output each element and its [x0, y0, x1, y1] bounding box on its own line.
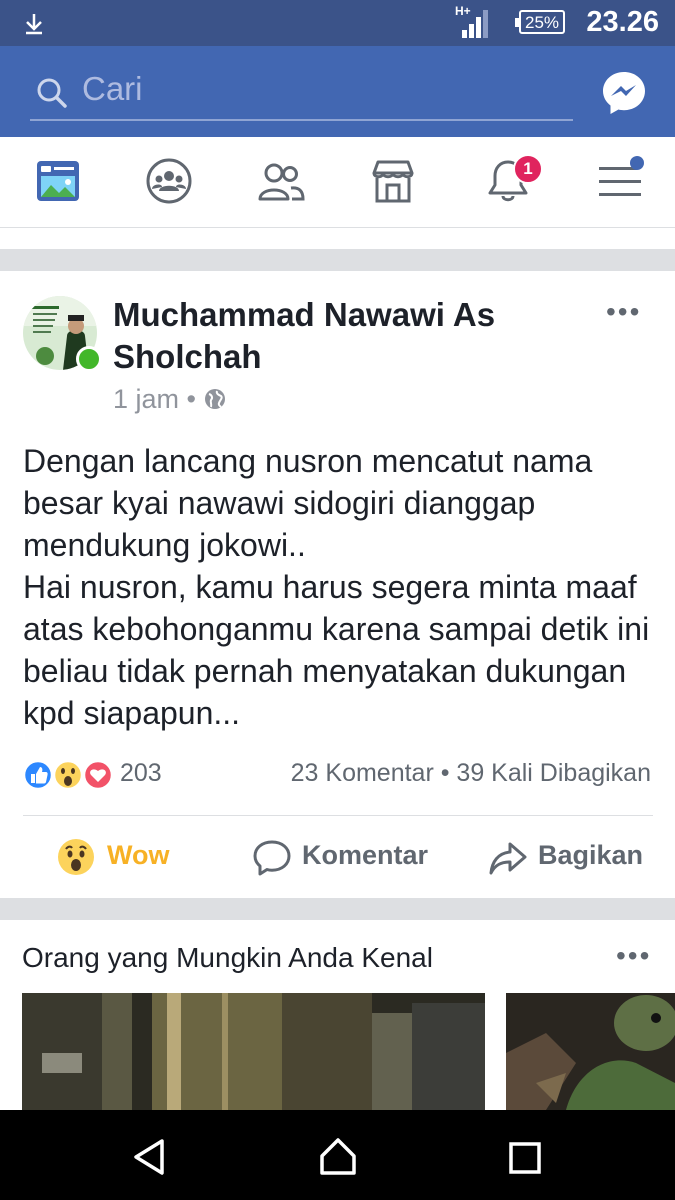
- tab-bar: [0, 137, 675, 228]
- online-status-dot: [76, 346, 102, 372]
- battery-icon: 25%: [515, 10, 565, 34]
- post-options-button[interactable]: •••: [606, 296, 641, 328]
- back-icon[interactable]: [131, 1137, 167, 1177]
- comment-button[interactable]: Komentar: [302, 840, 428, 871]
- home-icon[interactable]: [318, 1136, 358, 1176]
- globe-icon: [204, 389, 225, 409]
- notification-badge: 1: [513, 154, 543, 184]
- status-bar: H+ 25% 23.26: [0, 0, 675, 46]
- search-input[interactable]: Cari: [82, 70, 143, 108]
- messenger-icon[interactable]: [600, 69, 648, 117]
- battery-level: 25%: [524, 13, 560, 32]
- post-body: Dengan lancang nusron mencatut nama besa…: [23, 443, 650, 731]
- download-icon: [26, 14, 42, 35]
- post-meta: 1 jam •: [113, 384, 226, 415]
- search-icon[interactable]: [36, 77, 68, 109]
- reaction-count[interactable]: 203: [120, 759, 162, 788]
- comment-icon[interactable]: [252, 839, 292, 877]
- tab-marketplace[interactable]: [369, 157, 417, 205]
- engagement-summary[interactable]: 23 Komentar • 39 Kali Dibagikan: [291, 759, 651, 788]
- feed-divider: [0, 898, 675, 920]
- recent-apps-icon[interactable]: [509, 1142, 541, 1174]
- wow-reaction-icon[interactable]: [57, 838, 95, 876]
- status-time: 23.26: [586, 6, 659, 38]
- tab-groups[interactable]: [145, 157, 193, 205]
- reaction-icons[interactable]: [22, 759, 116, 791]
- post-time[interactable]: 1 jam: [113, 384, 179, 414]
- feed-divider: [0, 249, 675, 271]
- wow-button[interactable]: Wow: [107, 840, 170, 871]
- action-divider: [23, 815, 653, 816]
- meta-separator: •: [186, 384, 196, 414]
- share-button[interactable]: Bagikan: [538, 840, 643, 871]
- signal-icon: [462, 10, 488, 38]
- tab-friends[interactable]: [257, 157, 305, 205]
- suggestions-title: Orang yang Mungkin Anda Kenal: [22, 942, 433, 973]
- tab-news-feed[interactable]: [34, 157, 82, 205]
- suggestion-photo[interactable]: [22, 993, 485, 1110]
- menu-indicator-dot: [630, 156, 644, 170]
- share-icon[interactable]: [488, 838, 528, 878]
- suggestion-photo[interactable]: [506, 993, 675, 1110]
- post-author[interactable]: Muchammad Nawawi As Sholchah: [113, 294, 563, 378]
- suggestions-options-button[interactable]: •••: [616, 940, 651, 972]
- search-underline: [30, 119, 573, 121]
